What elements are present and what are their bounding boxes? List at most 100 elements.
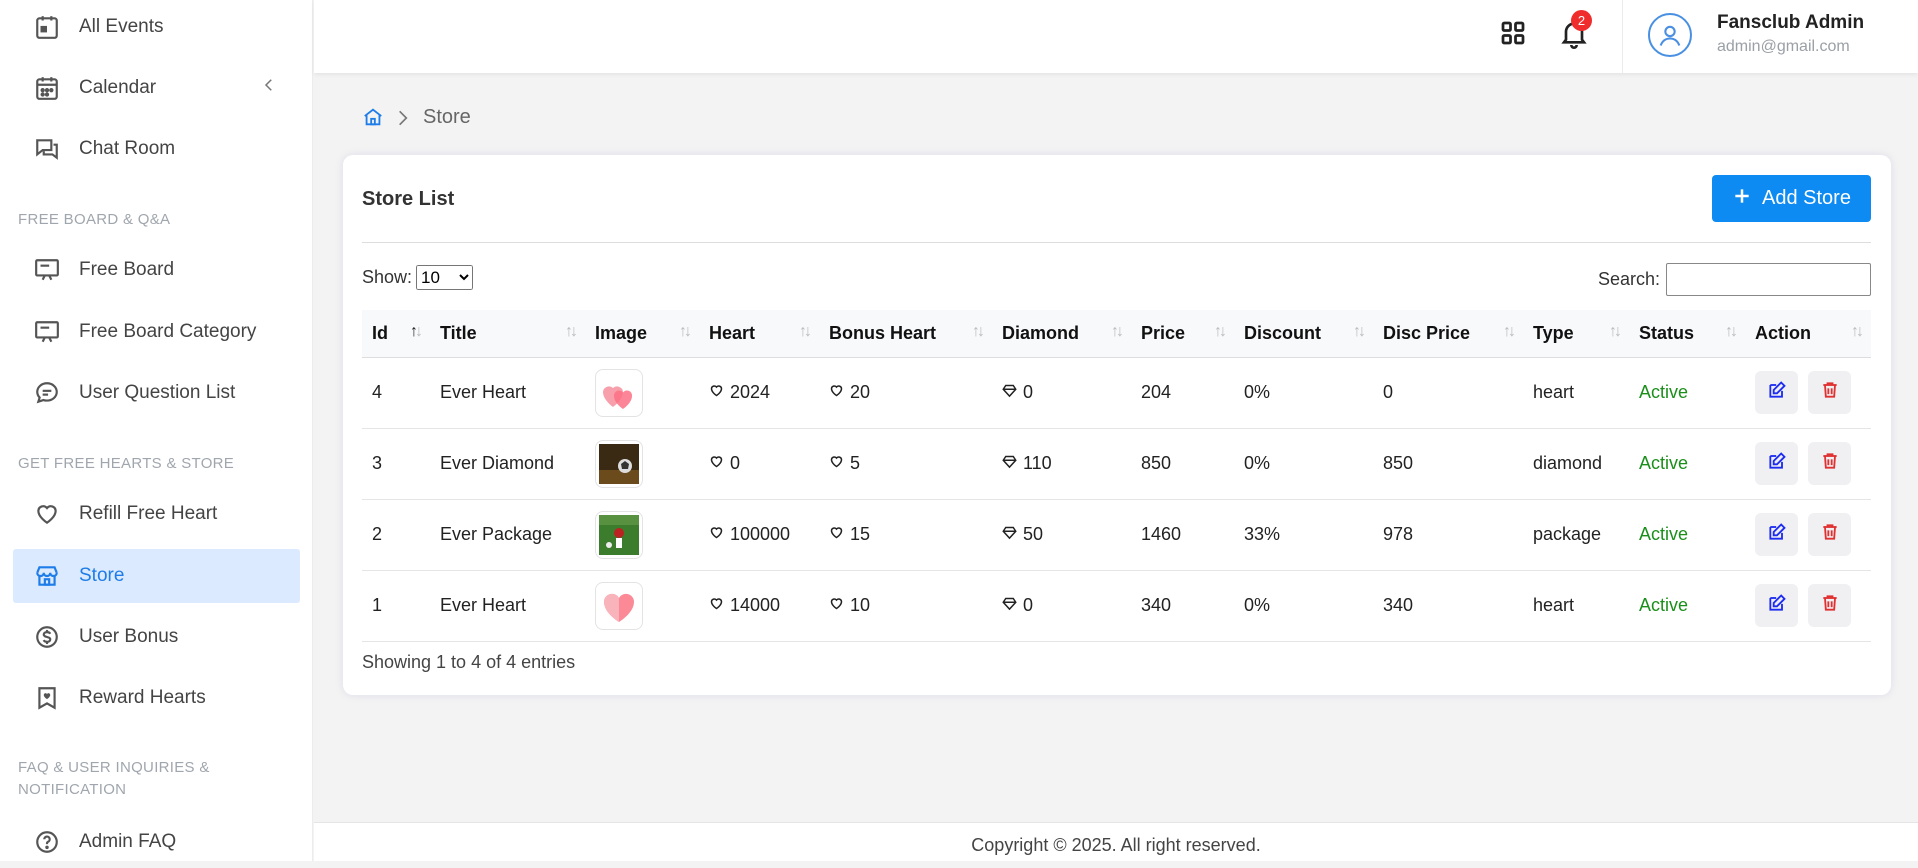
- sort-icon[interactable]: ↑↓: [1353, 323, 1366, 341]
- column-header-diamond[interactable]: Diamond ↑↓: [992, 310, 1131, 358]
- cell-discount: 0%: [1244, 453, 1271, 473]
- sidebar-item-calendar[interactable]: Calendar: [13, 61, 300, 115]
- delete-button[interactable]: [1808, 371, 1851, 414]
- sidebar-item-all-events[interactable]: All Events: [13, 0, 300, 54]
- column-header-bonus-heart[interactable]: Bonus Heart ↑↓: [819, 310, 992, 358]
- plus-icon: [1732, 186, 1752, 212]
- sidebar-item-user-bonus[interactable]: User Bonus: [13, 610, 300, 664]
- sidebar-item-chat-room[interactable]: Chat Room: [13, 122, 300, 176]
- home-icon[interactable]: [362, 106, 384, 128]
- cell-disc-price: 978: [1383, 524, 1414, 544]
- sidebar: All Events Calendar Chat Room FREE BOARD…: [0, 0, 313, 861]
- sort-asc-icon[interactable]: ↑↓: [410, 323, 423, 341]
- add-store-button[interactable]: Add Store: [1712, 175, 1871, 222]
- diamond-icon: [1002, 453, 1017, 474]
- sidebar-item-refill-free-heart[interactable]: Refill Free Heart: [13, 487, 300, 541]
- table-info: Showing 1 to 4 of 4 entries: [362, 652, 576, 672]
- bookmark-heart-icon: [33, 684, 61, 712]
- delete-button[interactable]: [1808, 513, 1851, 556]
- column-header-heart[interactable]: Heart ↑↓: [699, 310, 819, 358]
- table-row: 1 Ever Heart 14000 10 0 340 0% 340 heart Active: [362, 570, 1871, 641]
- page-length-select[interactable]: 10: [416, 265, 474, 290]
- column-label: Diamond: [1002, 322, 1080, 343]
- heart-value: 2024: [730, 382, 771, 402]
- sidebar-item-free-board[interactable]: Free Board: [13, 243, 300, 297]
- bonus-heart-value: 20: [850, 382, 871, 402]
- cell-heart: 2024: [699, 357, 819, 428]
- sort-icon[interactable]: ↑↓: [565, 323, 578, 341]
- sidebar-item-user-question-list[interactable]: User Question List: [13, 366, 300, 420]
- sidebar-item-reward-hearts[interactable]: Reward Hearts: [13, 671, 300, 725]
- column-header-id[interactable]: Id ↑↓: [362, 310, 430, 358]
- diamond-value: 0: [1023, 382, 1034, 402]
- chevron-left-icon[interactable]: [260, 76, 278, 100]
- sidebar-item-free-board-category[interactable]: Free Board Category: [13, 305, 300, 359]
- sort-icon[interactable]: ↑↓: [679, 323, 692, 341]
- sort-icon[interactable]: ↑↓: [1111, 323, 1124, 341]
- column-header-disc-price[interactable]: Disc Price ↑↓: [1373, 310, 1523, 358]
- cell-action: [1745, 357, 1871, 428]
- sort-icon[interactable]: ↑↓: [1725, 323, 1738, 341]
- heart-value: 14000: [730, 595, 781, 615]
- cell-bonus-heart: 15: [819, 499, 992, 570]
- cell-image: [585, 428, 699, 499]
- sort-icon[interactable]: ↑↓: [972, 323, 985, 341]
- heart-icon: [829, 595, 844, 616]
- sidebar-item-store[interactable]: Store: [13, 549, 300, 603]
- sidebar-item-label: Free Board Category: [79, 321, 257, 342]
- cell-action: [1745, 570, 1871, 641]
- dollar-circle-icon: [33, 623, 61, 651]
- heart-icon: [33, 500, 61, 528]
- cell-price: 1460: [1141, 524, 1182, 544]
- edit-button[interactable]: [1755, 371, 1798, 414]
- sort-icon[interactable]: ↑↓: [1503, 323, 1516, 341]
- trash-icon: [1820, 522, 1840, 547]
- edit-button[interactable]: [1755, 442, 1798, 485]
- column-header-image[interactable]: Image ↑↓: [585, 310, 699, 358]
- column-header-status[interactable]: Status ↑↓: [1629, 310, 1745, 358]
- cell-price: 204: [1141, 382, 1172, 402]
- edit-icon: [1767, 380, 1787, 405]
- cell-title: Ever Package: [440, 524, 553, 544]
- store-table: Id ↑↓ Title ↑↓ Image ↑↓ Heart ↑↓ Bonus Heart…: [362, 310, 1871, 642]
- cell-price: 850: [1141, 453, 1172, 473]
- show-label: Show:: [362, 267, 413, 287]
- cell-type: heart: [1533, 382, 1575, 402]
- cell-id: 4: [372, 382, 383, 402]
- column-header-price[interactable]: Price ↑↓: [1131, 310, 1234, 358]
- sort-icon[interactable]: ↑↓: [1851, 323, 1864, 341]
- chevron-right-icon: [393, 107, 413, 134]
- sort-icon[interactable]: ↑↓: [1609, 323, 1622, 341]
- add-store-label: Add Store: [1762, 187, 1851, 209]
- table-row: 2 Ever Package 100000 15 50 1460 33% 978 package…: [362, 499, 1871, 570]
- cell-bonus-heart: 10: [819, 570, 992, 641]
- column-header-title[interactable]: Title ↑↓: [430, 310, 585, 358]
- sidebar-item-label: All Events: [79, 16, 164, 37]
- cell-diamond: 50: [992, 499, 1131, 570]
- edit-button[interactable]: [1755, 584, 1798, 627]
- cell-diamond: 110: [992, 428, 1131, 499]
- cell-discount: 33%: [1244, 524, 1281, 544]
- apps-grid-icon[interactable]: [1498, 18, 1528, 48]
- sort-icon[interactable]: ↑↓: [1214, 323, 1227, 341]
- avatar[interactable]: [1648, 13, 1692, 57]
- edit-button[interactable]: [1755, 513, 1798, 556]
- search-input[interactable]: [1666, 263, 1872, 296]
- notification-badge: 2: [1571, 10, 1592, 31]
- delete-button[interactable]: [1808, 584, 1851, 627]
- column-header-type[interactable]: Type ↑↓: [1523, 310, 1629, 358]
- trash-icon: [1820, 451, 1840, 476]
- cell-disc-price: 340: [1383, 595, 1414, 615]
- cell-heart: 100000: [699, 499, 819, 570]
- sidebar-item-admin-faq[interactable]: Admin FAQ: [13, 815, 300, 861]
- bonus-heart-value: 15: [850, 524, 871, 544]
- column-header-discount[interactable]: Discount ↑↓: [1234, 310, 1373, 358]
- column-label: Action: [1755, 322, 1811, 343]
- delete-button[interactable]: [1808, 442, 1851, 485]
- sort-icon[interactable]: ↑↓: [799, 323, 812, 341]
- column-header-action[interactable]: Action ↑↓: [1745, 310, 1871, 358]
- diamond-icon: [1002, 524, 1017, 545]
- column-label: Type: [1533, 322, 1574, 343]
- breadcrumb-current: Store: [423, 106, 471, 128]
- cell-id: 2: [372, 524, 383, 544]
